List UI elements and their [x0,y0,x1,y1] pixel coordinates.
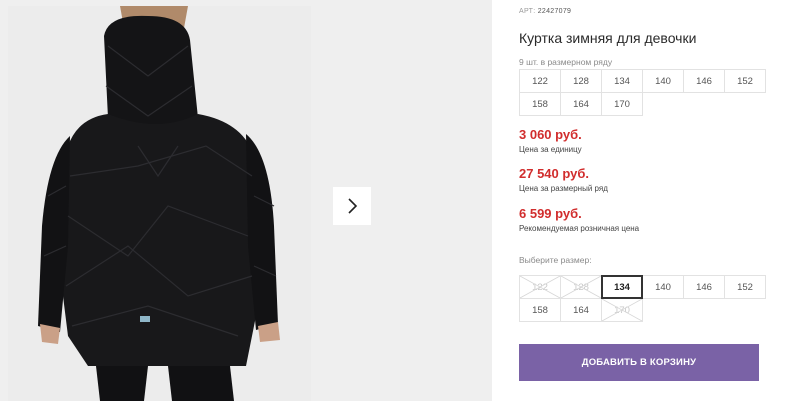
add-to-cart-button[interactable]: ДОБАВИТЬ В КОРЗИНУ [519,344,759,381]
unit-price-label: Цена за единицу [519,145,582,154]
choose-size-label: Выберите размер: [519,255,592,265]
size-row-cell: 164 [560,92,602,116]
sku-label: АРТ: [519,8,536,15]
unavailable-cross-icon [520,276,560,298]
size-row-grid: 122 128 134 140 146 152 158 164 170 [519,69,766,116]
size-option-label: 134 [614,281,630,293]
size-row-cell: 128 [560,69,602,93]
size-option-label: 146 [696,281,712,293]
size-option-label: 164 [573,304,589,316]
product-gallery [0,0,492,401]
size-option-146[interactable]: 146 [683,275,725,299]
size-option-164[interactable]: 164 [560,298,602,322]
size-row-cell: 170 [601,92,643,116]
size-row-count: 9 шт. в размерном ряду [519,57,613,67]
size-option-label: 158 [532,304,548,316]
size-selector: 122128 134 140 146 152 158 164 170 [519,275,766,322]
size-option-122: 122 [519,275,561,299]
size-row-cell: 122 [519,69,561,93]
size-option-128: 128 [560,275,602,299]
size-option-170: 170 [601,298,643,322]
size-row-cell: 158 [519,92,561,116]
size-row-cell: 134 [601,69,643,93]
size-row-cell: 146 [683,69,725,93]
size-option-134[interactable]: 134 [601,275,643,299]
size-option-158[interactable]: 158 [519,298,561,322]
size-row-price: 27 540 руб. [519,166,590,181]
size-row-cell: 152 [724,69,766,93]
size-option-140[interactable]: 140 [642,275,684,299]
unavailable-cross-icon [602,299,642,321]
product-photo [8,6,311,401]
size-row-price-label: Цена за размерный ряд [519,184,608,193]
chevron-right-icon [348,198,358,214]
size-option-152[interactable]: 152 [724,275,766,299]
product-info-panel: АРТ: 22427079 Куртка зимняя для девочки … [519,0,800,401]
size-row-cell: 140 [642,69,684,93]
size-option-label: 140 [655,281,671,293]
retail-price-label: Рекомендуемая розничная цена [519,224,640,233]
unit-price: 3 060 руб. [519,127,582,142]
retail-price: 6 599 руб. [519,206,582,221]
size-option-label: 152 [737,281,753,293]
sku-value: 22427079 [537,8,572,15]
product-title: Куртка зимняя для девочки [519,30,697,46]
product-sku: АРТ: 22427079 [519,8,571,15]
unavailable-cross-icon [561,276,601,298]
next-image-button[interactable] [333,187,371,225]
